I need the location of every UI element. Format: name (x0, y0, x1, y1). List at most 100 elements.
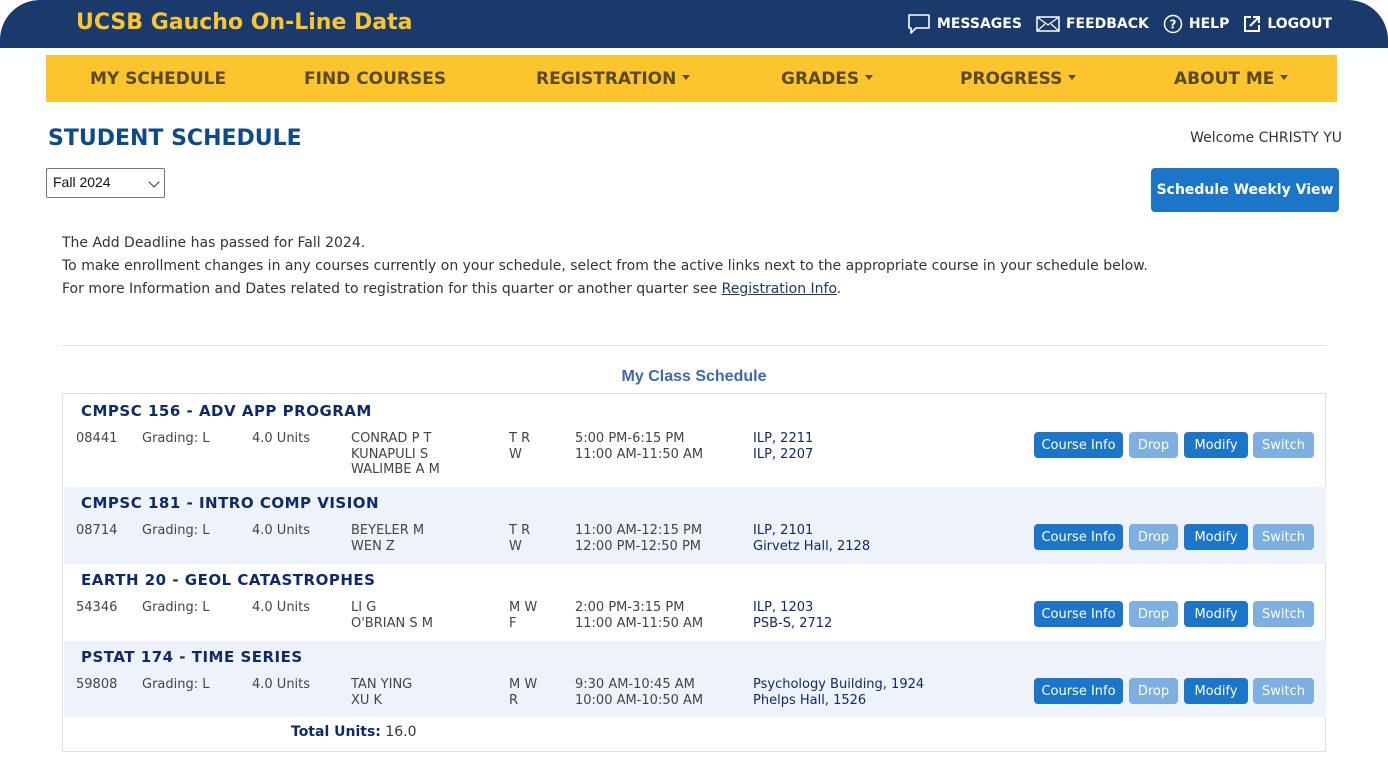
course-times: 5:00 PM-6:15 PM 11:00 AM-11:50 AM (575, 431, 704, 462)
course-times: 11:00 AM-12:15 PM 12:00 PM-12:50 PM (575, 523, 703, 554)
course-units: 4.0 Units (252, 431, 311, 446)
messages-link[interactable]: MESSAGES (907, 13, 1022, 35)
nav-my-schedule[interactable]: MY SCHEDULE (90, 69, 226, 89)
course-info-button[interactable]: Course Info (1034, 678, 1123, 704)
course-times: 2:00 PM-3:15 PM 11:00 AM-11:50 AM (575, 600, 704, 631)
course-days: M WF (509, 600, 538, 631)
notice-line-1: The Add Deadline has passed for Fall 202… (62, 235, 366, 251)
schedule-title: My Class Schedule (621, 368, 767, 385)
course-info-button[interactable]: Course Info (1034, 524, 1123, 550)
registration-info-link[interactable]: Registration Info (722, 281, 837, 297)
logout-icon (1244, 16, 1261, 32)
modify-button[interactable]: Modify (1184, 432, 1248, 458)
course-locations[interactable]: ILP, 2211 ILP, 2207 (753, 431, 813, 462)
drop-button[interactable]: Drop (1129, 524, 1178, 550)
course-days: T RW (509, 523, 531, 554)
nav-progress[interactable]: PROGRESS (960, 69, 1077, 89)
switch-button[interactable]: Switch (1253, 678, 1314, 704)
page-title: STUDENT SCHEDULE (48, 126, 302, 151)
course-code: 08714 (76, 523, 118, 538)
nav-find-courses-label: FIND COURSES (304, 69, 447, 89)
course-info-button[interactable]: Course Info (1034, 601, 1123, 627)
course-days: T RW (509, 431, 531, 462)
logout-label: LOGOUT (1267, 16, 1332, 32)
chevron-down-icon (1280, 74, 1289, 80)
enrollment-notice: The Add Deadline has passed for Fall 202… (62, 232, 1148, 301)
top-links: MESSAGES FEEDBACK ? HELP LOGOUT (907, 13, 1332, 35)
modify-button[interactable]: Modify (1184, 678, 1248, 704)
schedule-weekly-view-button[interactable]: Schedule Weekly View (1151, 168, 1339, 212)
course-instructors: BEYELER M WEN Z (351, 523, 425, 554)
course-instructors: LI G O'BRIAN S M (351, 600, 433, 631)
chevron-down-icon (1068, 74, 1077, 80)
nav-grades[interactable]: GRADES (781, 69, 874, 89)
switch-button[interactable]: Switch (1253, 432, 1314, 458)
switch-button[interactable]: Switch (1253, 601, 1314, 627)
course-units: 4.0 Units (252, 677, 311, 692)
nav-about-me-label: ABOUT ME (1174, 69, 1275, 89)
message-icon (908, 14, 930, 34)
drop-button[interactable]: Drop (1129, 601, 1178, 627)
course-info-button[interactable]: Course Info (1034, 432, 1123, 458)
modify-button[interactable]: Modify (1184, 601, 1248, 627)
nav-registration[interactable]: REGISTRATION (536, 69, 691, 89)
brand-title[interactable]: UCSB Gaucho On-Line Data (76, 10, 413, 35)
course-grading: Grading: L (142, 431, 210, 446)
class-schedule-table: CMPSC 156 - ADV APP PROGRAM 08441 Gradin… (62, 393, 1326, 752)
chevron-down-icon (148, 176, 160, 188)
notice-line-3-end: . (836, 281, 842, 297)
nav-progress-label: PROGRESS (960, 69, 1063, 89)
term-select[interactable]: Fall 2024 (46, 168, 165, 198)
chevron-down-icon (865, 74, 874, 80)
course-row: CMPSC 156 - ADV APP PROGRAM 08441 Gradin… (64, 394, 1326, 487)
notice-line-3: For more Information and Dates related t… (62, 278, 1148, 301)
help-label: HELP (1188, 16, 1230, 32)
messages-label: MESSAGES (936, 16, 1022, 32)
welcome-text: Welcome CHRISTY YU (1190, 130, 1342, 146)
course-units: 4.0 Units (252, 523, 311, 538)
course-days: M WR (509, 677, 538, 708)
course-code: 59808 (76, 677, 118, 692)
logout-link[interactable]: LOGOUT (1243, 15, 1332, 33)
nav-grades-label: GRADES (781, 69, 860, 89)
course-units: 4.0 Units (252, 600, 311, 615)
course-code: 08441 (76, 431, 118, 446)
modify-button[interactable]: Modify (1184, 524, 1248, 550)
chevron-down-icon (682, 74, 691, 80)
course-instructors: CONRAD P T KUNAPULI S WALIMBE A M (351, 431, 440, 477)
switch-button[interactable]: Switch (1253, 524, 1314, 550)
nav-find-courses[interactable]: FIND COURSES (304, 69, 446, 89)
svg-text:?: ? (1169, 18, 1176, 32)
course-row: EARTH 20 - GEOL CATASTROPHES 54346 Gradi… (64, 564, 1326, 641)
course-row: PSTAT 174 - TIME SERIES 59808 Grading: L… (64, 641, 1326, 717)
top-bar: UCSB Gaucho On-Line Data MESSAGES FEEDBA… (0, 0, 1388, 48)
notice-line-2: To make enrollment changes in any course… (62, 258, 1148, 274)
app-window: UCSB Gaucho On-Line Data MESSAGES FEEDBA… (0, 0, 1388, 772)
nav-registration-label: REGISTRATION (536, 69, 677, 89)
total-units-label: Total Units: (291, 724, 381, 740)
course-instructors: TAN YING XU K (351, 677, 413, 708)
divider (62, 345, 1327, 346)
course-row: CMPSC 181 - INTRO COMP VISION 08714 Grad… (64, 487, 1326, 564)
help-icon: ? (1163, 14, 1183, 34)
feedback-link[interactable]: FEEDBACK (1036, 16, 1149, 32)
course-locations[interactable]: ILP, 2101 Girvetz Hall, 2128 (753, 523, 870, 554)
nav-about-me[interactable]: ABOUT ME (1174, 69, 1289, 89)
course-grading: Grading: L (142, 523, 210, 538)
course-title: PSTAT 174 - TIME SERIES (81, 648, 303, 666)
course-times: 9:30 AM-10:45 AM 10:00 AM-10:50 AM (575, 677, 704, 708)
course-title: EARTH 20 - GEOL CATASTROPHES (81, 571, 376, 589)
course-locations[interactable]: Psychology Building, 1924 Phelps Hall, 15… (753, 677, 924, 708)
course-locations[interactable]: ILP, 1203 PSB-S, 2712 (753, 600, 832, 631)
main-nav: MY SCHEDULE FIND COURSES REGISTRATION GR… (46, 55, 1337, 102)
envelope-icon (1036, 16, 1060, 32)
total-units-value: 16.0 (385, 724, 417, 740)
course-grading: Grading: L (142, 677, 210, 692)
drop-button[interactable]: Drop (1129, 432, 1178, 458)
course-title: CMPSC 156 - ADV APP PROGRAM (81, 402, 372, 420)
drop-button[interactable]: Drop (1129, 678, 1178, 704)
nav-my-schedule-label: MY SCHEDULE (90, 69, 227, 89)
course-code: 54346 (76, 600, 118, 615)
course-title: CMPSC 181 - INTRO COMP VISION (81, 494, 380, 512)
help-link[interactable]: ? HELP (1163, 14, 1229, 34)
